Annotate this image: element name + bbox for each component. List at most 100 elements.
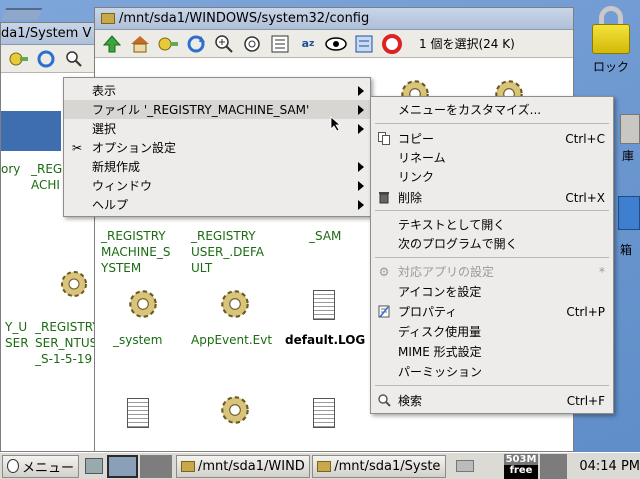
menu-item-properties[interactable]: プロパティ Ctrl+P (371, 302, 613, 321)
file-item[interactable]: AppEvent.Evt (191, 332, 272, 348)
gear-icon[interactable] (217, 286, 253, 322)
file-label: _REGI (31, 162, 66, 176)
trash-icon (377, 191, 391, 205)
menu-item-new[interactable]: 新規作成 (64, 157, 370, 176)
help-icon[interactable] (381, 33, 403, 55)
network-monitor (539, 453, 568, 479)
submenu-arrow-icon (358, 105, 364, 115)
task-button-window[interactable]: /mnt/sda1/Syste (312, 454, 447, 478)
refresh-icon[interactable] (35, 48, 57, 70)
file-item[interactable]: default.LOG (285, 332, 365, 348)
menu-item-view[interactable]: 表示 (64, 81, 370, 100)
window-title: /mnt/sda1/WINDOWS/system32/config (119, 11, 370, 26)
file-label: _REGISTRY (35, 320, 100, 334)
menu-item-customize[interactable]: メニューをカスタマイズ... (371, 100, 613, 119)
gear-icon[interactable] (125, 286, 161, 322)
menu-item-link[interactable]: リンク (371, 167, 613, 186)
clock[interactable]: 04:14 PM (579, 459, 640, 474)
menu-item-permissions[interactable]: パーミッション (371, 362, 613, 381)
mouse-cursor-icon (330, 116, 342, 132)
menu-item-app-settings[interactable]: ⚙ 対応アプリの設定 * (371, 262, 613, 281)
memory-monitor: 503M free (504, 453, 538, 479)
submenu-arrow-icon (358, 124, 364, 134)
file-item[interactable]: _SAM (309, 228, 341, 244)
menu-item-help[interactable]: ヘルプ (64, 195, 370, 214)
home-icon[interactable] (129, 33, 151, 55)
folder-icon[interactable] (1, 8, 43, 20)
folder-icon (317, 460, 332, 472)
menu-item-copy[interactable]: コピー Ctrl+C (371, 129, 613, 148)
menu-separator (375, 257, 609, 258)
window-titlebar[interactable]: da1/System V (1, 23, 109, 45)
folder-icon (180, 460, 195, 472)
file-label: _S-1-5-19 (35, 352, 93, 366)
menu-item-window[interactable]: ウィンドウ (64, 176, 370, 195)
menu-separator (375, 385, 609, 386)
file-label: ory (1, 162, 21, 176)
toolbar: az 1 個を選択(24 K) (95, 30, 573, 58)
gear-icon[interactable] (217, 392, 253, 428)
zoom-fit-icon[interactable] (241, 33, 263, 55)
document-icon[interactable] (127, 398, 149, 428)
zoom-in-icon[interactable] (213, 33, 235, 55)
search-icon (377, 394, 391, 408)
menu-item-open-as-text[interactable]: テキストとして開く (371, 215, 613, 234)
start-menu-button[interactable]: メニュー (2, 454, 80, 478)
copy-icon (377, 132, 391, 146)
menu-item-set-icon[interactable]: アイコンを設定 (371, 282, 613, 301)
menu-item-disk-usage[interactable]: ディスク使用量 (371, 322, 613, 341)
menu-separator (375, 123, 609, 124)
file-submenu: メニューをカスタマイズ... コピー Ctrl+C リネーム リンク 削除 Ct… (370, 96, 614, 414)
file-item[interactable]: _REGISTRY USER_.DEFA ULT (191, 228, 264, 276)
submenu-arrow-icon (358, 86, 364, 96)
desktop-pager-2[interactable] (140, 454, 172, 478)
file-label: Y_U (5, 320, 28, 334)
menu-item-rename[interactable]: リネーム (371, 148, 613, 167)
folder-icon (101, 13, 115, 24)
context-menu: 表示 ファイル '_REGISTRY_MACHINE_SAM' 選択 ✂ オプシ… (63, 77, 371, 217)
menu-item-select[interactable]: 選択 (64, 119, 370, 138)
printer-icon[interactable] (456, 460, 475, 472)
file-label: SER_NTUS (35, 336, 98, 350)
submenu-arrow-icon (358, 200, 364, 210)
lock-label: ロック (592, 60, 629, 74)
menu-item-delete[interactable]: 削除 Ctrl+X (371, 188, 613, 207)
gear-icon[interactable] (57, 267, 91, 301)
zoom-in-icon[interactable] (63, 48, 85, 70)
details-view-icon[interactable] (269, 33, 291, 55)
menu-item-search[interactable]: 検索 Ctrl+F (371, 391, 613, 410)
task-button-window[interactable]: /mnt/sda1/WIND (175, 454, 311, 478)
properties-icon (377, 305, 391, 319)
puppy-icon (7, 459, 20, 473)
desktop-icon-label: 庫 (622, 149, 635, 163)
window-titlebar[interactable]: /mnt/sda1/WINDOWS/system32/config (95, 8, 573, 30)
menu-item-options[interactable]: ✂ オプション設定 (64, 138, 370, 157)
taskbar: メニュー /mnt/sda1/WIND /mnt/sda1/Syste 503M… (0, 452, 640, 479)
menu-item-mime-type[interactable]: MIME 形式設定 (371, 342, 613, 361)
file-item[interactable]: _REGISTRY MACHINE_S YSTEM (101, 228, 170, 276)
menu-item-file[interactable]: ファイル '_REGISTRY_MACHINE_SAM' (64, 100, 370, 119)
desktop-icon-label: 箱 (620, 243, 633, 257)
submenu-arrow-icon (358, 181, 364, 191)
trash-icon[interactable] (618, 196, 640, 230)
refresh-icon[interactable] (185, 33, 207, 55)
file-item[interactable]: _system (113, 332, 162, 348)
selection-status: 1 個を選択(24 K) (419, 37, 515, 51)
quick-launch-icon[interactable] (85, 458, 103, 474)
bookmarks-icon[interactable] (157, 33, 179, 55)
home-icon[interactable] (7, 48, 29, 70)
file-label: SER (5, 336, 29, 350)
menu-item-open-with[interactable]: 次のプログラムで開く (371, 234, 613, 253)
desktop-icon-partial[interactable] (620, 114, 640, 144)
document-icon[interactable] (313, 290, 335, 320)
folder-icon[interactable] (1, 111, 61, 151)
select-icon[interactable] (353, 33, 375, 55)
submenu-arrow-icon (358, 162, 364, 172)
sort-icon[interactable]: az (297, 33, 319, 55)
document-icon[interactable] (313, 398, 335, 428)
eye-icon[interactable] (325, 33, 347, 55)
gear-icon: ⚙ (378, 264, 390, 279)
window-title: da1/System V (1, 26, 92, 41)
up-arrow-icon[interactable] (101, 33, 123, 55)
desktop-pager-1[interactable] (106, 454, 139, 478)
